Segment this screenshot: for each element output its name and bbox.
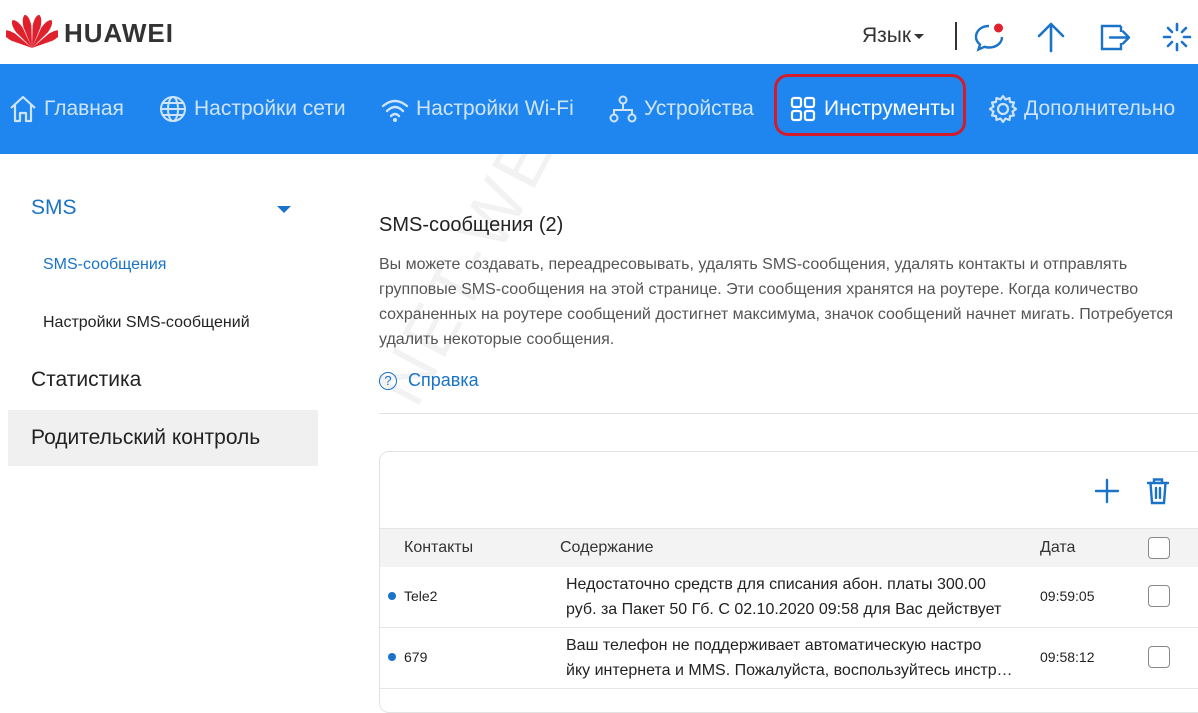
tools-icon bbox=[790, 96, 816, 122]
row-content-line: Ваш телефон не поддерживает автоматическ… bbox=[566, 637, 982, 654]
select-all-checkbox[interactable] bbox=[1148, 537, 1170, 559]
sidebar-item-parental-control[interactable]: Родительский контроль bbox=[31, 426, 260, 450]
loading-icon[interactable] bbox=[1160, 20, 1194, 54]
nav-item-label: Дополнительно bbox=[1024, 97, 1176, 120]
brand-name: HUAWEI bbox=[64, 18, 174, 48]
column-header-content: Содержание bbox=[560, 539, 654, 556]
row-content: Недостаточно средств для списания абон. … bbox=[566, 572, 1016, 622]
nav-item-wifi-settings[interactable]: Настройки Wi-Fi bbox=[380, 64, 574, 154]
help-link[interactable]: ? Справка bbox=[379, 370, 479, 391]
divider bbox=[379, 413, 1198, 414]
help-label: Справка bbox=[408, 370, 479, 390]
language-label: Язык bbox=[862, 24, 912, 47]
chevron-down-icon bbox=[914, 33, 925, 39]
chevron-down-icon[interactable] bbox=[277, 206, 291, 213]
unread-dot bbox=[388, 653, 396, 661]
sidebar-item-sms[interactable]: SMS bbox=[31, 196, 77, 220]
nav-item-label: Главная bbox=[44, 97, 124, 120]
sidebar-item-statistics[interactable]: Статистика bbox=[31, 368, 141, 392]
globe-icon bbox=[160, 96, 186, 122]
row-divider bbox=[380, 627, 1198, 628]
sidebar-item-sms-messages[interactable]: SMS-сообщения bbox=[43, 256, 166, 274]
row-contact: 679 bbox=[404, 649, 428, 665]
nav-item-label: Настройки Wi-Fi bbox=[416, 97, 574, 120]
row-content-line: йку интернета и MMS. Пожалуйста, восполь… bbox=[566, 662, 1016, 679]
row-time: 09:58:12 bbox=[1040, 649, 1095, 665]
row-content: Ваш телефон не поддерживает автоматическ… bbox=[566, 633, 1016, 683]
help-icon: ? bbox=[379, 371, 397, 390]
column-header-contacts: Контакты bbox=[404, 539, 474, 556]
wifi-icon bbox=[381, 99, 409, 122]
delete-button[interactable] bbox=[1146, 477, 1170, 505]
nav-item-label: Настройки сети bbox=[194, 97, 346, 120]
row-checkbox[interactable] bbox=[1148, 585, 1170, 607]
nav-item-network-settings[interactable]: Настройки сети bbox=[158, 64, 346, 154]
row-divider bbox=[380, 688, 1198, 689]
row-time: 09:59:05 bbox=[1040, 588, 1095, 604]
add-message-button[interactable] bbox=[1094, 478, 1120, 504]
page-title: SMS-сообщения (2) bbox=[379, 214, 564, 236]
nav-item-tools[interactable]: Инструменты bbox=[788, 64, 955, 154]
row-checkbox[interactable] bbox=[1148, 646, 1170, 668]
home-icon bbox=[10, 95, 36, 123]
header-divider bbox=[955, 22, 957, 50]
logout-icon[interactable] bbox=[1098, 20, 1132, 54]
devices-icon bbox=[609, 95, 637, 123]
main-nav: Главная Настройки сети Настройки Wi-Fi У… bbox=[0, 64, 1198, 154]
row-content-line: Недостаточно средств для списания абон. … bbox=[566, 576, 986, 593]
language-selector[interactable]: Язык bbox=[862, 24, 925, 48]
nav-item-home[interactable]: Главная bbox=[8, 64, 124, 154]
gear-icon bbox=[988, 94, 1018, 124]
unread-dot bbox=[388, 592, 396, 600]
nav-item-label: Инструменты bbox=[824, 97, 955, 120]
top-bar: HUAWEI Язык bbox=[0, 0, 1198, 64]
update-icon[interactable] bbox=[1034, 20, 1068, 54]
nav-item-label: Устройства bbox=[644, 97, 754, 120]
nav-item-devices[interactable]: Устройства bbox=[608, 64, 754, 154]
huawei-logo-icon bbox=[6, 14, 58, 48]
sidebar-item-sms-settings[interactable]: Настройки SMS-сообщений bbox=[43, 314, 250, 332]
row-content-line: руб. за Пакет 50 Гб. С 02.10.2020 09:58 … bbox=[566, 601, 1002, 618]
nav-item-advanced[interactable]: Дополнительно bbox=[988, 64, 1175, 154]
row-contact: Tele2 bbox=[404, 588, 438, 604]
column-header-date: Дата bbox=[1040, 539, 1076, 556]
page-description: Вы можете создавать, переадресовывать, у… bbox=[379, 256, 1174, 348]
messages-icon[interactable] bbox=[972, 20, 1006, 54]
